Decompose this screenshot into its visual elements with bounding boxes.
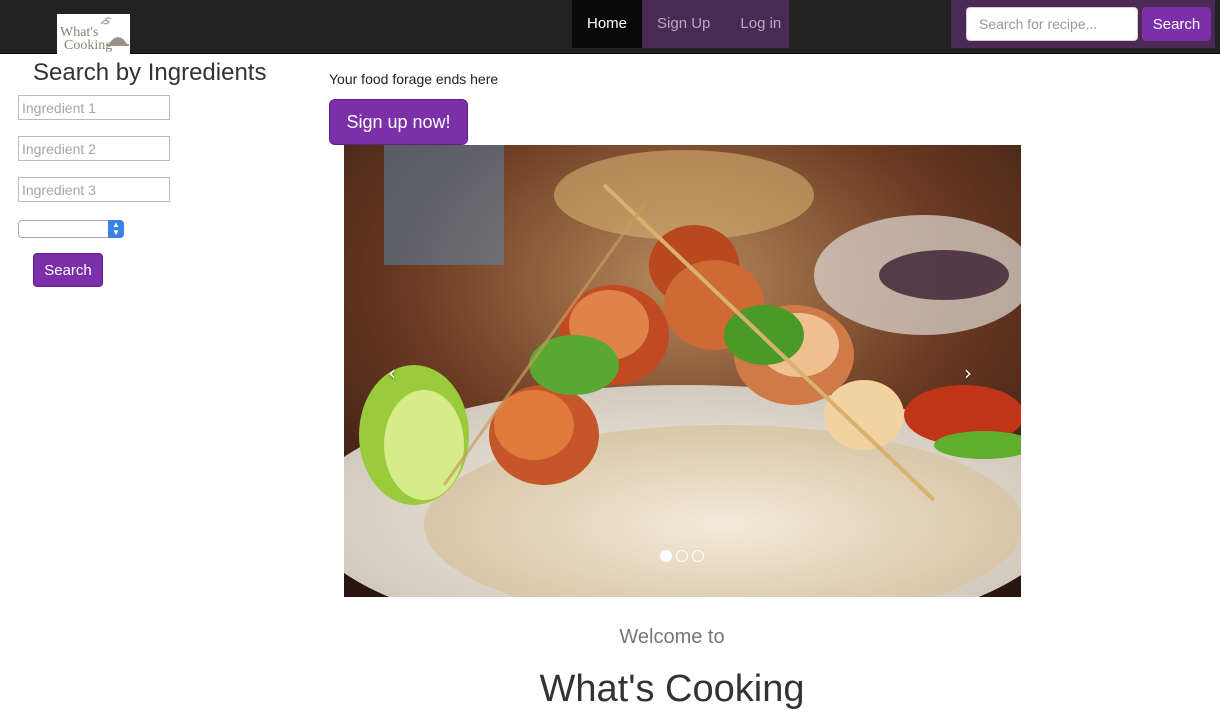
- welcome-label: Welcome to: [619, 626, 725, 648]
- recipe-search-button[interactable]: Search: [1142, 7, 1211, 41]
- select-arrows-icon: ▲ ▼: [108, 220, 124, 238]
- sidebar-title: Search by Ingredients: [33, 59, 267, 86]
- carousel-next-icon[interactable]: ›: [964, 361, 972, 385]
- nav-signup-link[interactable]: Sign Up: [642, 0, 725, 48]
- recipe-search-input[interactable]: [966, 7, 1138, 41]
- signup-now-button[interactable]: Sign up now!: [329, 99, 468, 145]
- brand-logo[interactable]: What's Cooking: [57, 14, 130, 54]
- ingredient-search-button[interactable]: Search: [33, 253, 103, 287]
- logo-image: What's Cooking: [57, 14, 130, 54]
- ingredient-filter-select[interactable]: ▲ ▼: [18, 220, 124, 238]
- carousel-prev-icon[interactable]: ‹: [388, 361, 396, 385]
- nav-login-link[interactable]: Log in: [725, 0, 796, 48]
- carousel-indicator-1[interactable]: [660, 550, 672, 562]
- carousel-indicators: [660, 550, 704, 562]
- ingredient-1-input[interactable]: [18, 95, 170, 120]
- ingredient-2-input[interactable]: [18, 136, 170, 161]
- hero-tagline: Your food forage ends here: [329, 71, 499, 87]
- logo-text-bottom: Cooking: [64, 38, 112, 53]
- nav-search-form: Search: [951, 0, 1215, 48]
- nav-home-link[interactable]: Home: [572, 0, 643, 48]
- main-heading-text: What's Cooking: [539, 668, 805, 710]
- nav-links: Home Sign Up Log in: [572, 0, 789, 48]
- welcome-text: Welcome to: [0, 626, 1220, 649]
- main-heading: What's Cooking: [0, 668, 1220, 711]
- carousel-slide-image: [344, 145, 1021, 597]
- ingredient-3-input[interactable]: [18, 177, 170, 202]
- carousel-indicator-3[interactable]: [692, 550, 704, 562]
- carousel-indicator-2[interactable]: [676, 550, 688, 562]
- hero-carousel[interactable]: ‹ ›: [344, 145, 1021, 597]
- top-navbar: What's Cooking Home Sign Up Log in Searc…: [0, 0, 1220, 54]
